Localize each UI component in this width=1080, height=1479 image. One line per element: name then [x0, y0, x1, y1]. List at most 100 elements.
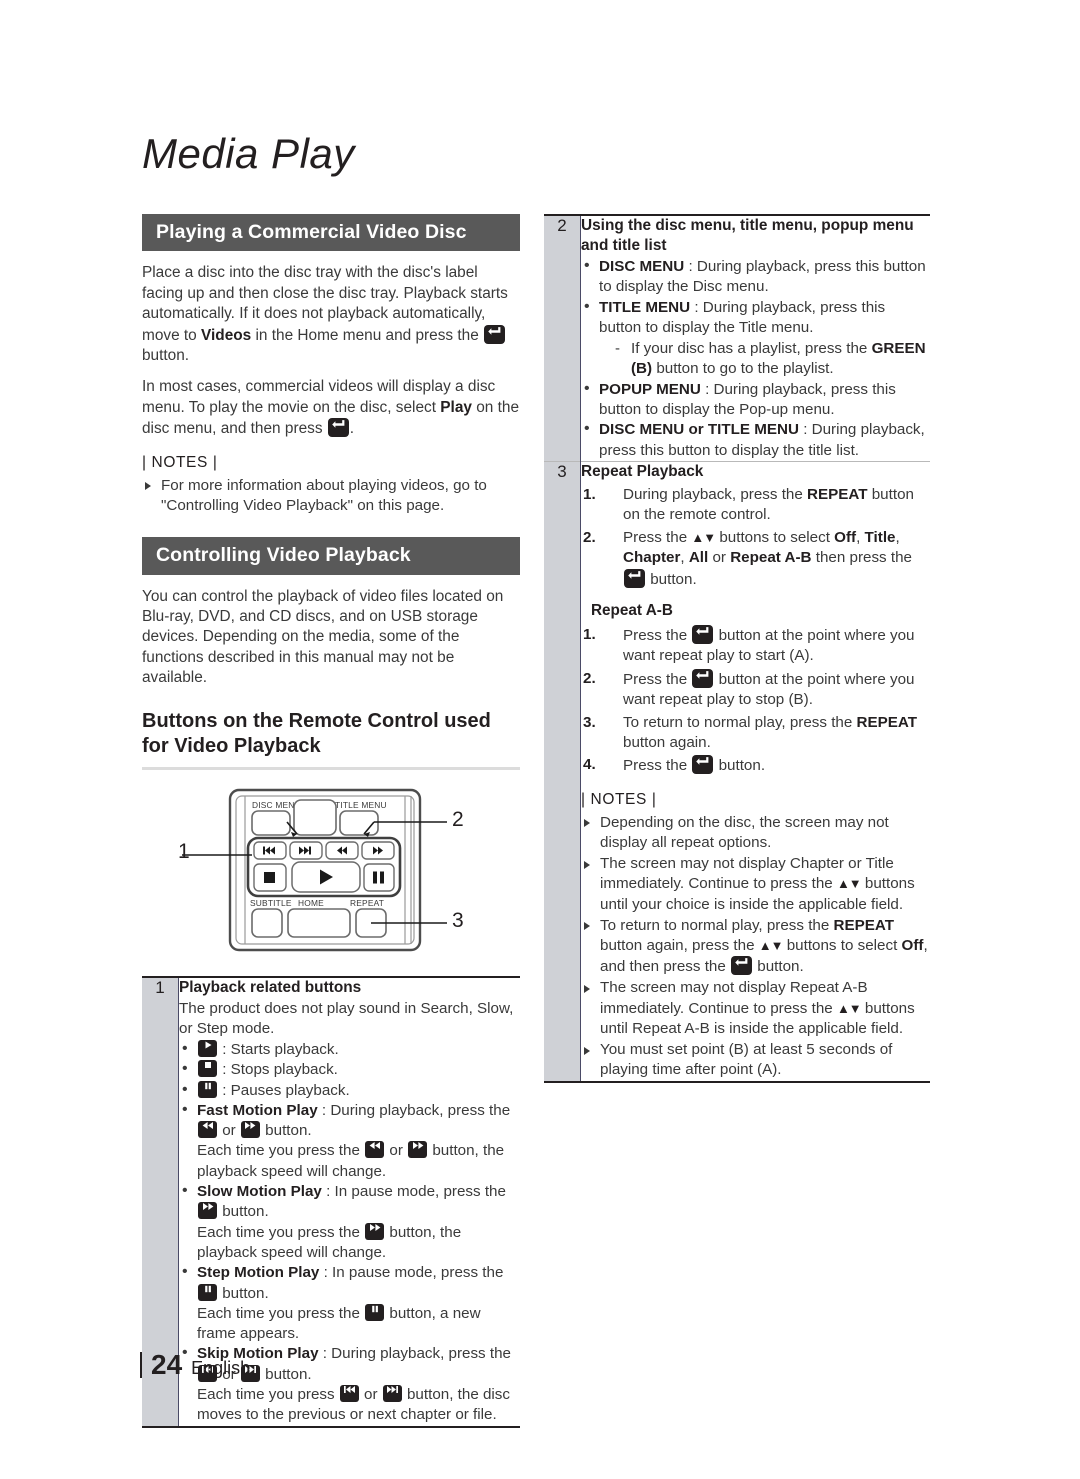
list-item-title-menu: TITLE MENU : During playback, press this…: [581, 297, 930, 380]
text-fragment: ,: [680, 549, 689, 567]
note-item: The screen may not display Chapter or Ti…: [581, 854, 930, 915]
svg-text:SUBTITLE: SUBTITLE: [250, 898, 292, 908]
enter-button-icon: [624, 568, 645, 588]
table-row: 2 Using the disc menu, title menu, popup…: [544, 215, 931, 462]
term-play: Play: [440, 398, 472, 416]
term-chapter: Chapter: [623, 549, 681, 567]
callout-number-1: 1: [178, 839, 190, 863]
term-repeat: REPEAT: [856, 713, 918, 731]
text-fragment: then press the: [811, 549, 912, 567]
section-header-playing-commercial-video-disc: Playing a Commercial Video Disc: [142, 214, 520, 252]
footer-divider: [140, 1352, 142, 1378]
list-item-playlist: If your disc has a playlist, press the G…: [615, 339, 930, 380]
page-footer: 24 English: [140, 1348, 250, 1381]
list-item: : Starts playback.: [179, 1039, 520, 1060]
callout-number-3: 3: [452, 908, 464, 932]
cell-intro-text: The product does not play sound in Searc…: [179, 999, 514, 1037]
list-item-disc-or-title-menu: DISC MENU or TITLE MENU : During playbac…: [581, 419, 930, 461]
term-off: Off: [834, 528, 857, 546]
text-fragment: or: [385, 1142, 408, 1160]
text-fragment: buttons to select: [715, 528, 835, 546]
page-number: 24: [151, 1349, 183, 1380]
section-header-controlling-video-playback: Controlling Video Playback: [142, 537, 520, 575]
paragraph-place-a-disc: Place a disc into the disc tray with the…: [142, 263, 520, 366]
text-fragment: or: [218, 1122, 240, 1140]
text-fragment: in the Home menu and press the: [251, 326, 484, 344]
remote-functions-table: 2 Using the disc menu, title menu, popup…: [544, 214, 931, 1084]
text-fragment: button.: [260, 1122, 312, 1140]
pause-icon: [198, 1283, 217, 1301]
fast-forward-icon: [408, 1141, 428, 1159]
text-fragment: The screen may not display Repeat A-B im…: [600, 979, 868, 1017]
text-fragment: Press the: [623, 627, 692, 644]
paragraph-controlling-video-playback: You can control the playback of video fi…: [142, 587, 504, 687]
next-icon: [382, 1384, 402, 1402]
text-fragment: If your disc has a playlist, press the: [631, 340, 872, 358]
up-down-arrows-icon: ▲▼: [691, 529, 716, 545]
cell-heading: Playback related buttons: [179, 978, 362, 996]
text-fragment: button.: [714, 757, 766, 775]
term-green: GREEN: [871, 340, 926, 358]
term-repeat: REPEAT: [833, 916, 895, 934]
term-step-motion-play: Step Motion Play: [197, 1264, 320, 1282]
up-down-arrows-icon: ▲▼: [836, 876, 862, 892]
text-fragment: Each time you press the: [197, 1142, 365, 1160]
step-item: Press the ▲▼ buttons to select Off, Titl…: [581, 528, 930, 590]
note-item: You must set point (B) at least 5 second…: [581, 1040, 930, 1080]
text-fragment: button.: [260, 1365, 312, 1383]
notes-label: | NOTES |: [581, 790, 657, 808]
note-item: Depending on the disc, the screen may no…: [581, 813, 930, 853]
text-fragment: : In pause mode, press the: [319, 1264, 504, 1282]
page-title: Media Play: [142, 130, 355, 177]
enter-button-icon: [731, 956, 753, 976]
row-number-cell: 2: [544, 215, 581, 462]
list-item-disc-menu: DISC MENU : During playback, press this …: [581, 256, 930, 298]
note-item: To return to normal play, press the REPE…: [581, 916, 930, 978]
term-popup-menu: POPUP MENU: [599, 380, 701, 398]
list-item-step-motion: Step Motion Play : In pause mode, press …: [179, 1262, 520, 1344]
step-item: Press the button at the point where you …: [581, 668, 930, 711]
cell-heading: Repeat Playback: [581, 462, 704, 480]
left-column: Playing a Commercial Video Disc Place a …: [142, 214, 520, 1428]
row-content-cell: Repeat Playback During playback, press t…: [580, 460, 930, 1083]
enter-button-icon: [692, 755, 714, 775]
enter-button-icon: [327, 418, 349, 438]
step-item: Press the button at the point where you …: [581, 625, 930, 667]
paragraph-commercial-videos: In most cases, commercial videos will di…: [142, 377, 520, 439]
text-fragment: button.: [646, 570, 697, 588]
up-down-arrows-icon: ▲▼: [758, 938, 784, 954]
text-fragment: button.: [218, 1284, 269, 1302]
text-fragment: : During playback, press the: [317, 1101, 511, 1119]
rewind-icon: [198, 1121, 217, 1139]
list-item-popup-menu: POPUP MENU : During playback, press this…: [581, 379, 930, 421]
rewind-icon: [365, 1141, 385, 1159]
term-off: Off: [901, 937, 924, 955]
play-icon: [198, 1039, 217, 1057]
step-item: To return to normal play, press the REPE…: [581, 713, 930, 754]
text-fragment: : During playback, press the: [318, 1345, 511, 1363]
callout-number-2: 2: [452, 807, 464, 831]
text-fragment: button.: [218, 1203, 269, 1221]
cell-heading: Using the disc menu, title menu, popup m…: [581, 217, 914, 254]
text-fragment: Each time you press: [197, 1385, 339, 1403]
svg-text:TITLE MENU: TITLE MENU: [335, 800, 387, 810]
stop-icon: [198, 1060, 217, 1078]
term-repeat: REPEAT: [807, 485, 868, 503]
remote-control-figure: DISC MENU TITLE MENU SUBTITLE HOME REPEA…: [142, 782, 520, 968]
list-item-fast-motion: Fast Motion Play : During playback, pres…: [179, 1100, 520, 1182]
text-fragment: To return to normal play, press the: [600, 916, 834, 934]
row-content-cell: Using the disc menu, title menu, popup m…: [581, 215, 931, 461]
text-fragment: During playback, press the: [623, 485, 808, 503]
note-item: The screen may not display Repeat A-B im…: [581, 978, 930, 1039]
text-fragment: ,: [895, 528, 900, 546]
repeat-ab-steps: Press the button at the point where you …: [581, 625, 930, 777]
step-item: Press the button.: [581, 755, 930, 776]
text-fragment: or: [708, 549, 731, 567]
text-fragment: Press the: [623, 670, 692, 688]
term-slow-motion-play: Slow Motion Play: [197, 1183, 322, 1201]
term-disc-or-title-menu: DISC MENU or TITLE MENU: [599, 421, 799, 439]
text-fragment: : In pause mode, press the: [321, 1183, 506, 1201]
subheading-repeat-a-b: Repeat A-B: [591, 602, 673, 619]
pause-icon: [198, 1080, 217, 1098]
list-item: : Pauses playback.: [179, 1080, 520, 1101]
